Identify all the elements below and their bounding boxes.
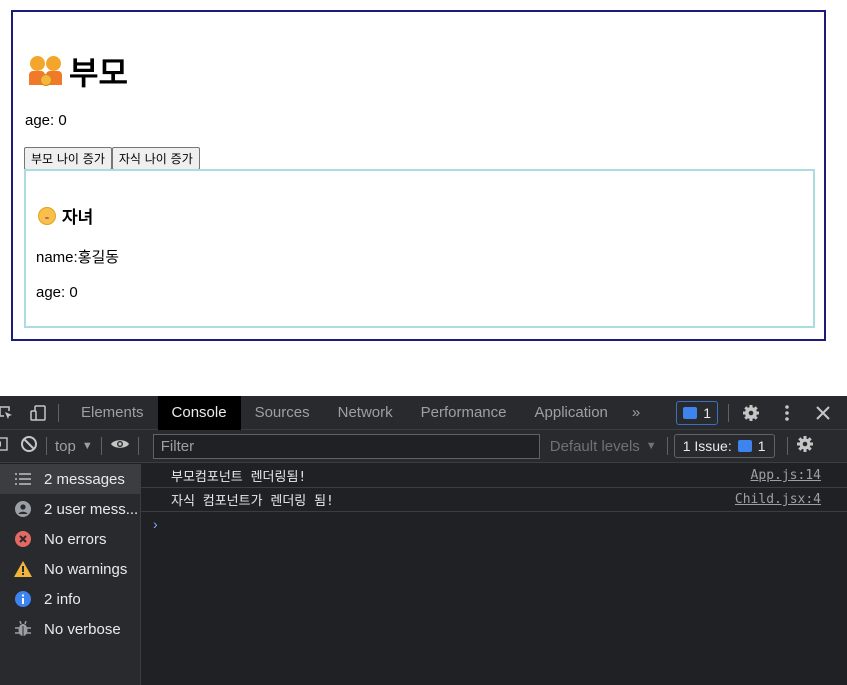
- clear-console-icon[interactable]: [20, 435, 38, 457]
- tab-network[interactable]: Network: [324, 396, 407, 430]
- log-message: 자식 컴포넌트가 렌더링 됨!: [171, 494, 334, 509]
- log-entry: 자식 컴포넌트가 렌더링 됨! Child.jsx:4: [141, 488, 847, 512]
- console-toolbar: top ▼ Filter Default levels ▼ 1 Issue: 1: [0, 430, 847, 463]
- messages-badge-count: 1: [703, 404, 712, 421]
- issues-label: 1 Issue:: [682, 438, 732, 454]
- tab-performance[interactable]: Performance: [407, 396, 521, 430]
- child-title: 자녀: [62, 208, 94, 228]
- context-selector-label: top: [55, 437, 76, 455]
- filter-placeholder: Filter: [160, 437, 195, 455]
- tab-sources[interactable]: Sources: [241, 396, 324, 430]
- console-settings-gear-icon[interactable]: [796, 435, 814, 457]
- sidebar-item-label: 2 info: [44, 590, 81, 608]
- inspect-element-icon[interactable]: [0, 401, 18, 425]
- context-selector[interactable]: top ▼: [55, 438, 93, 455]
- sidebar-toggle-icon[interactable]: [0, 437, 8, 455]
- increase-child-age-button[interactable]: 자식 나이 증가: [111, 147, 200, 170]
- bug-icon: [14, 620, 32, 638]
- more-tabs-icon[interactable]: »: [622, 396, 650, 430]
- chevron-down-icon: ▼: [81, 440, 93, 452]
- error-icon: [14, 530, 32, 548]
- increase-parent-age-button[interactable]: 부모 나이 증가: [24, 147, 112, 170]
- sidebar-item-errors[interactable]: No errors: [0, 524, 140, 554]
- parent-age-text: age: 0: [25, 112, 67, 129]
- devtools-tabbar: Elements Console Sources Network Perform…: [0, 395, 847, 430]
- sidebar-item-label: 2 user mess...: [44, 500, 139, 518]
- device-toggle-icon[interactable]: [26, 401, 50, 425]
- devtools-panel: Elements Console Sources Network Perform…: [0, 395, 847, 685]
- console-prompt[interactable]: ›: [141, 512, 847, 536]
- issues-count: 1: [757, 438, 766, 454]
- log-source-link[interactable]: App.js:14: [751, 468, 821, 483]
- sidebar-item-label: No verbose: [44, 620, 121, 638]
- sidebar-item-messages[interactable]: 2 messages: [0, 464, 140, 494]
- warning-icon: [14, 560, 32, 578]
- info-icon: [14, 590, 32, 608]
- live-expression-eye-icon[interactable]: [110, 437, 130, 455]
- console-sidebar: 2 messages 2 user mess... No errors No w…: [0, 464, 141, 685]
- log-levels-label: Default levels: [549, 437, 640, 455]
- tab-application[interactable]: Application: [521, 396, 622, 430]
- log-message: 부모컴포넌트 렌더링됨!: [171, 470, 307, 485]
- list-icon: [14, 470, 32, 488]
- sidebar-item-warnings[interactable]: No warnings: [0, 554, 140, 584]
- tab-console[interactable]: Console: [157, 395, 241, 430]
- settings-gear-icon[interactable]: [739, 401, 763, 425]
- more-options-icon[interactable]: [775, 401, 799, 425]
- filter-input[interactable]: Filter: [152, 433, 540, 459]
- parent-title: 부모: [69, 54, 128, 92]
- parent-heading: 부모: [29, 48, 128, 94]
- issue-chat-icon: [737, 440, 752, 452]
- messages-badge[interactable]: 1: [676, 400, 719, 425]
- sidebar-item-verbose[interactable]: No verbose: [0, 614, 140, 644]
- family-emoji-icon: [29, 54, 63, 88]
- log-entry: 부모컴포넌트 렌더링됨! App.js:14: [141, 464, 847, 488]
- user-icon: [14, 500, 32, 518]
- child-heading: 자녀: [38, 203, 93, 228]
- chevron-down-icon: ▼: [645, 440, 657, 452]
- sidebar-item-label: No warnings: [44, 560, 128, 578]
- parent-component-box: 부모 age: 0 부모 나이 증가 자식 나이 증가 자녀 name:홍길동 …: [11, 10, 826, 341]
- child-age-text: age: 0: [36, 284, 78, 301]
- sidebar-item-user-messages[interactable]: 2 user mess...: [0, 494, 140, 524]
- sidebar-item-info[interactable]: 2 info: [0, 584, 140, 614]
- sidebar-item-label: No errors: [44, 530, 107, 548]
- console-output: 부모컴포넌트 렌더링됨! App.js:14 자식 컴포넌트가 렌더링 됨! C…: [141, 464, 847, 685]
- child-component-box: 자녀 name:홍길동 age: 0: [24, 169, 815, 328]
- sidebar-item-label: 2 messages: [44, 470, 125, 488]
- log-source-link[interactable]: Child.jsx:4: [735, 492, 821, 507]
- tab-elements[interactable]: Elements: [67, 396, 158, 430]
- child-name-text: name:홍길동: [36, 249, 120, 266]
- log-levels-dropdown[interactable]: Default levels ▼: [550, 438, 657, 455]
- issues-button[interactable]: 1 Issue: 1: [673, 434, 775, 458]
- baby-emoji-icon: [38, 206, 56, 225]
- chat-icon: [683, 406, 698, 419]
- prompt-chevron-icon: ›: [153, 516, 158, 532]
- close-devtools-icon[interactable]: [811, 401, 835, 425]
